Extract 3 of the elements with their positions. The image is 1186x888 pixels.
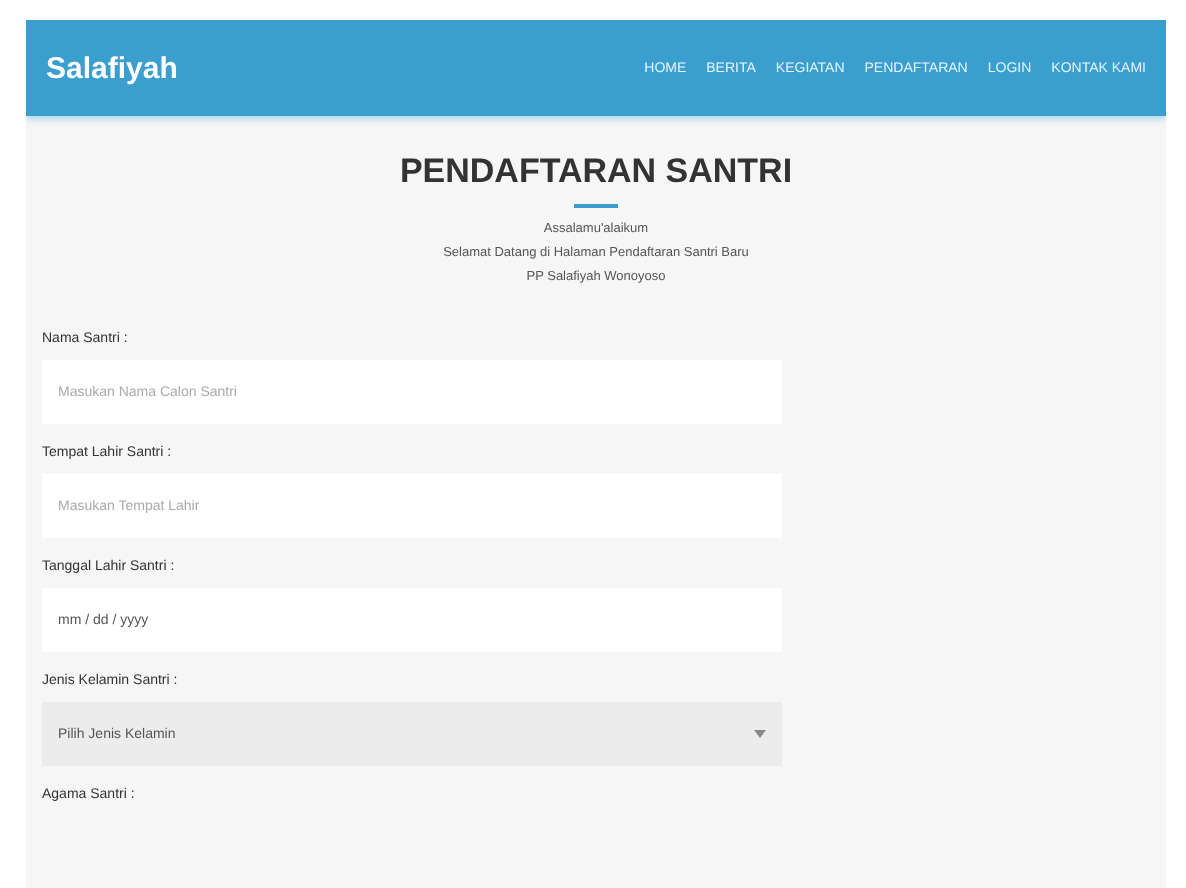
caret-icon bbox=[754, 730, 766, 738]
brand-logo[interactable]: Salafiyah bbox=[46, 51, 178, 85]
page-title: PENDAFTARAN SANTRI bbox=[399, 152, 793, 192]
